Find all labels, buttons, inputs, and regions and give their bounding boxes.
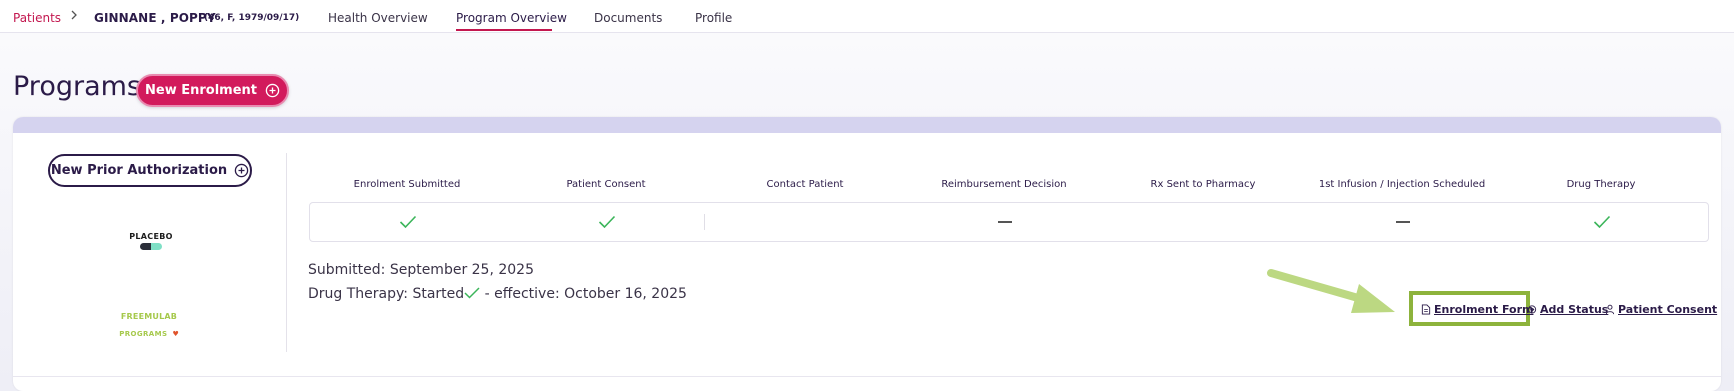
submitted-date: Submitted: September 25, 2025	[308, 262, 534, 278]
status-rx-sent	[1104, 203, 1304, 241]
patient-consent-link[interactable]: Patient Consent	[1605, 303, 1717, 316]
heart-icon: ♥	[172, 330, 179, 338]
program-status-row	[309, 202, 1709, 242]
check-icon	[1593, 215, 1611, 229]
drug-therapy-prefix: Drug Therapy: Started	[308, 286, 465, 302]
chevron-right-icon	[71, 10, 77, 20]
tab-profile[interactable]: Profile	[695, 11, 732, 25]
new-enrolment-label: New Enrolment	[145, 83, 257, 98]
program-card: New Prior Authorization PLACEBO FREEMULA…	[13, 117, 1721, 391]
check-icon	[464, 287, 480, 299]
card-header-band	[13, 117, 1721, 133]
breadcrumb-patients-link[interactable]: Patients	[13, 11, 61, 25]
placebo-brand-logo: PLACEBO	[126, 232, 176, 250]
status-reimbursement-decision	[905, 203, 1105, 241]
status-enrolment-submitted	[308, 203, 508, 241]
enrolment-form-link[interactable]: Enrolment Form	[1421, 303, 1533, 316]
person-icon	[1605, 304, 1615, 315]
freemulab-logo-line1: FREEMULAB	[120, 312, 178, 321]
new-prior-authorization-button[interactable]: New Prior Authorization	[48, 154, 252, 187]
card-divider	[13, 376, 1721, 377]
step-header-patient-consent: Patient Consent	[566, 179, 646, 190]
pill-icon	[140, 243, 162, 250]
add-status-label: Add Status	[1540, 303, 1609, 316]
top-nav: Patients GINNANE , POPPY (46, F, 1979/09…	[0, 0, 1734, 33]
status-separator	[704, 214, 705, 230]
patient-name: GINNANE , POPPY	[94, 11, 216, 25]
plus-circle-icon	[234, 163, 249, 178]
step-header-drug-therapy: Drug Therapy	[1566, 179, 1636, 190]
step-header-reimbursement-decision: Reimbursement Decision	[941, 179, 1067, 190]
tab-program-overview[interactable]: Program Overview	[456, 11, 567, 25]
check-icon	[598, 215, 616, 229]
drug-therapy-effective: - effective: October 16, 2025	[480, 286, 687, 302]
step-header-first-infusion: 1st Infusion / Injection Scheduled	[1318, 179, 1486, 190]
add-status-link[interactable]: Add Status	[1527, 303, 1608, 316]
step-header-enrolment-submitted: Enrolment Submitted	[353, 179, 461, 190]
dash-icon	[998, 221, 1012, 223]
active-tab-indicator	[456, 29, 552, 31]
page-title: Programs	[13, 71, 141, 102]
step-header-contact-patient: Contact Patient	[766, 179, 844, 190]
plus-circle-icon	[265, 83, 280, 98]
step-header-rx-sent: Rx Sent to Pharmacy	[1150, 179, 1256, 190]
document-icon	[1421, 304, 1431, 315]
placebo-logo-text: PLACEBO	[129, 232, 173, 241]
tab-documents[interactable]: Documents	[594, 11, 662, 25]
patient-meta: (46, F, 1979/09/17)	[204, 13, 300, 23]
new-enrolment-button[interactable]: New Enrolment	[136, 74, 289, 107]
left-panel-divider	[286, 153, 287, 352]
drug-therapy-status: Drug Therapy: Started - effective: Octob…	[308, 286, 687, 302]
freemulab-programs-logo: FREEMULAB PROGRAMS ♥	[114, 312, 184, 340]
add-status-icon	[1527, 305, 1537, 314]
prior-auth-label: New Prior Authorization	[50, 163, 228, 178]
status-patient-consent	[507, 203, 707, 241]
status-first-infusion	[1303, 203, 1503, 241]
annotation-arrow-icon	[1267, 269, 1395, 313]
enrolment-form-label: Enrolment Form	[1434, 303, 1534, 316]
status-drug-therapy	[1502, 203, 1702, 241]
dash-icon	[1396, 221, 1410, 223]
status-contact-patient	[706, 203, 906, 241]
freemulab-logo-line2: PROGRAMS	[119, 330, 168, 338]
patient-consent-label: Patient Consent	[1618, 303, 1718, 316]
tab-health-overview[interactable]: Health Overview	[328, 11, 428, 25]
check-icon	[399, 215, 417, 229]
